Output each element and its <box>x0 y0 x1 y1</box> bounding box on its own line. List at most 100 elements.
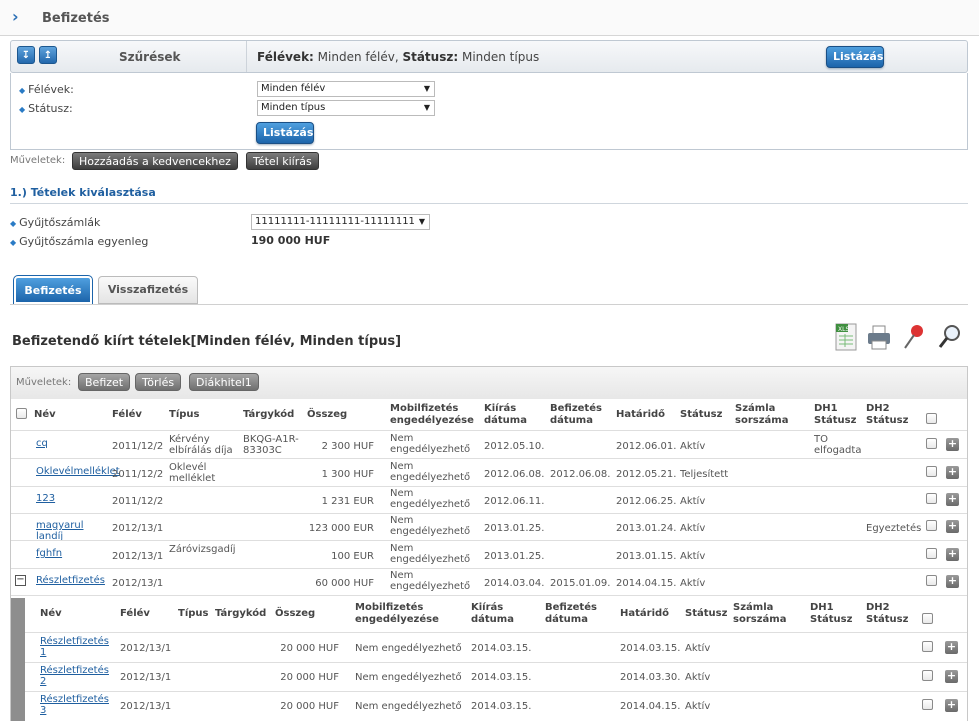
table-row-name[interactable]: Részletfizetés <box>36 575 108 586</box>
issue-item-button[interactable]: Tétel kiírás <box>246 152 319 170</box>
table-row-type: Oklevél melléklet <box>169 462 216 484</box>
row-checkbox[interactable] <box>926 493 937 504</box>
table-row-name[interactable]: fghfn <box>36 548 108 559</box>
table-row-status: Aktív <box>680 441 706 452</box>
subtable-row-checkbox[interactable] <box>922 699 933 710</box>
table-row-semester: 2011/12/2 <box>112 496 164 507</box>
expand-row-icon[interactable]: + <box>946 575 959 588</box>
expand-row-icon[interactable]: + <box>945 670 958 683</box>
search-icon[interactable] <box>937 322 963 352</box>
filter-summary: Félévek: Minden félév, Státusz: Minden t… <box>257 50 540 64</box>
column-header-dh1: DH1 Státusz <box>814 403 857 426</box>
expand-row-icon[interactable]: + <box>945 699 958 712</box>
diamond-icon: ◆ <box>19 86 26 95</box>
diamond-icon: ◆ <box>10 238 17 247</box>
divider <box>11 430 967 431</box>
row-checkbox[interactable] <box>926 575 937 586</box>
filter-bar: ↧ ↥ Szűrések Félévek: Minden félév, Stát… <box>10 40 968 73</box>
subtable-row-checkbox[interactable] <box>922 641 933 652</box>
expand-row-icon[interactable]: + <box>946 493 959 506</box>
subtable-row-amount: 20 000 HUF <box>280 643 339 654</box>
table-row-name[interactable]: cq <box>36 438 108 449</box>
subtable-indent-bar <box>11 598 25 721</box>
section-title: 1.) Tételek kiválasztása <box>10 186 156 199</box>
tab-payment[interactable]: Befizetés <box>13 275 93 305</box>
expand-row-icon[interactable]: + <box>946 548 959 561</box>
column-header-deadline: Határidő <box>616 409 666 420</box>
status-select[interactable]: Minden típus ▼ <box>257 100 435 116</box>
subtable-row-status: Aktív <box>685 701 711 712</box>
account-select[interactable]: 11111111-11111111-11111111 ▼ <box>251 214 430 230</box>
column-settings-checkbox[interactable] <box>926 413 937 424</box>
expand-row-icon[interactable]: + <box>946 520 959 533</box>
table-row-amount: 1 231 EUR <box>321 496 374 507</box>
divider <box>10 304 968 305</box>
status-label: ◆ Státusz: <box>19 102 73 115</box>
table-row-name[interactable]: magyarul landíj <box>36 520 108 542</box>
subtable-row-deadline: 2014.03.30. <box>620 672 681 683</box>
account-label: ◆ Gyűjtőszámlák <box>10 216 101 229</box>
subcolumn-header-invoice: Számla sorszáma <box>733 602 787 625</box>
select-all-checkbox[interactable] <box>16 408 27 419</box>
subtable-row-mobile: Nem engedélyezhető <box>355 672 462 683</box>
table-row-issue-date: 2012.06.08. <box>484 469 545 480</box>
expand-row-icon[interactable]: + <box>946 438 959 451</box>
table-row-deadline: 2012.05.21. <box>616 469 677 480</box>
list-button[interactable]: Listázás <box>826 46 884 68</box>
collapse-icon[interactable]: − <box>15 575 26 586</box>
table-row-issue-date: 2014.03.04. <box>484 578 545 589</box>
table-row-pay-date: 2012.06.08. <box>550 469 611 480</box>
subtable-row-deadline: 2014.04.15. <box>620 701 681 712</box>
excel-export-icon[interactable]: XLS <box>833 322 859 352</box>
table-row-semester: 2011/12/2 <box>112 469 164 480</box>
row-checkbox[interactable] <box>926 466 937 477</box>
delete-button[interactable]: Törlés <box>135 373 182 391</box>
add-favorite-button[interactable]: Hozzáadás a kedvencekhez <box>72 152 238 170</box>
table-row-name[interactable]: 123 <box>36 493 108 504</box>
operations-label: Műveletek: <box>16 377 72 388</box>
collapse-all-icon[interactable]: ↥ <box>39 46 57 64</box>
semester-select[interactable]: Minden félév ▼ <box>257 81 435 97</box>
column-header-amount: Összeg <box>307 409 348 420</box>
table-row-dh2: Egyeztetés <box>866 523 922 534</box>
svg-text:XLS: XLS <box>838 326 849 333</box>
pay-button[interactable]: Befizet <box>78 373 131 391</box>
column-header-type: Típus <box>169 409 200 420</box>
divider <box>11 486 967 487</box>
table-row-issue-date: 2013.01.25. <box>484 523 545 534</box>
divider <box>11 540 967 541</box>
expand-row-icon[interactable]: + <box>946 466 959 479</box>
subtable-row-name[interactable]: Részletfizetés 1 <box>40 636 115 658</box>
print-icon[interactable] <box>866 322 892 352</box>
chevron-right-icon[interactable]: › <box>12 9 26 25</box>
row-checkbox[interactable] <box>926 438 937 449</box>
filter-body: ◆ Félévek: Minden félév ▼ ◆ Státusz: Minden… <box>10 73 968 150</box>
list-button-2[interactable]: Listázás <box>256 122 314 144</box>
divider <box>11 568 967 569</box>
pin-icon[interactable] <box>901 322 927 352</box>
diamond-icon: ◆ <box>19 105 26 114</box>
list-title: Befizetendő kiírt tételek[Minden félév, … <box>12 334 402 349</box>
divider <box>10 203 968 204</box>
tab-refund[interactable]: Visszafizetés <box>98 276 198 304</box>
subtable-row-name[interactable]: Részletfizetés 2 <box>40 665 115 687</box>
expand-all-icon[interactable]: ↧ <box>17 46 35 64</box>
subtable-row-name[interactable]: Részletfizetés 3 <box>40 694 115 716</box>
subcolumn-header-amount: Összeg <box>275 608 316 619</box>
table-row-issue-date: 2012.05.10. <box>484 441 545 452</box>
table-row-status: Aktív <box>680 578 706 589</box>
table-row-name[interactable]: Oklevélmelléklet <box>36 466 120 477</box>
row-checkbox[interactable] <box>926 548 937 559</box>
subcolumn-header-mobile: Mobilfizetés engedélyezése <box>355 602 439 625</box>
student-loan-button[interactable]: Diákhitel1 <box>189 373 259 391</box>
subtable-row-checkbox[interactable] <box>922 670 933 681</box>
sub-select-all-checkbox[interactable] <box>922 613 933 624</box>
expand-row-icon[interactable]: + <box>945 641 958 654</box>
column-header-status: Státusz <box>680 409 723 420</box>
column-header-subject: Tárgykód <box>243 409 295 420</box>
row-checkbox[interactable] <box>926 520 937 531</box>
divider <box>11 595 967 596</box>
table-row-mobile: Nem engedélyezhető <box>390 461 471 483</box>
table-row-amount: 60 000 HUF <box>315 578 374 589</box>
operations-label: Műveletek: <box>10 155 66 166</box>
